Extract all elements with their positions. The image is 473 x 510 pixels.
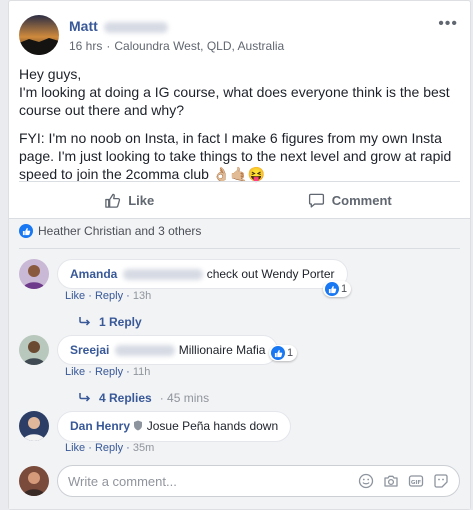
view-replies[interactable]: 1 Reply [79, 315, 142, 329]
comment-like-link[interactable]: Like [65, 290, 85, 302]
post-meta: 16 hrs · Caloundra West, QLD, Australia [69, 39, 284, 53]
reactions-divider [19, 248, 460, 249]
comment-text: check out Wendy Porter [206, 267, 335, 281]
view-replies[interactable]: 4 Replies · 45 mins [79, 391, 209, 405]
replies-time: · 45 mins [159, 391, 210, 405]
redacted-surname [115, 345, 176, 357]
commenter-name[interactable]: Dan Henry [70, 419, 130, 433]
current-user-avatar[interactable] [19, 466, 49, 496]
commenter-avatar[interactable] [19, 411, 49, 441]
commenter-name[interactable]: Sreejai [70, 343, 109, 357]
comment-reaction-count[interactable]: 1 [323, 281, 352, 297]
gif-icon[interactable]: GIF [408, 473, 424, 489]
comment-text: Millionaire Mafia [178, 343, 266, 357]
post-header: Matt 16 hrs · Caloundra West, QLD, Austr… [19, 15, 460, 55]
comment-dan-henry: Dan Henry Josue Peña hands down Like · R… [19, 411, 460, 457]
sticker-icon[interactable] [433, 473, 449, 489]
comment-actions: Like · Reply · 35m [65, 442, 155, 454]
comment-like-link[interactable]: Like [65, 366, 85, 378]
comment-input-placeholder: Write a comment... [68, 473, 177, 489]
comment-composer: Write a comment... GIF [19, 465, 460, 497]
post-paragraph-2: FYI: I'm no noob on Insta, in fact I mak… [19, 130, 452, 182]
comment-reaction-count[interactable]: 1 [269, 345, 298, 361]
comment-bubble: Amanda check out Wendy Porter [57, 259, 348, 289]
author-first-name[interactable]: Matt [69, 18, 98, 34]
post-paragraph-1: Hey guys, I'm looking at doing a IG cour… [19, 66, 450, 118]
ellipsis-icon[interactable]: ••• [438, 15, 458, 33]
comment-actions: Like · Reply · 13h [65, 290, 152, 302]
emoji-icon[interactable] [358, 473, 374, 489]
camera-icon[interactable] [383, 473, 399, 489]
like-button[interactable]: Like [19, 182, 240, 218]
comment-text: Josue Peña hands down [146, 419, 279, 433]
comment-amanda: Amanda check out Wendy Porter 1 Like · R… [19, 259, 460, 329]
comment-time[interactable]: 35m [133, 442, 154, 454]
comment-reply-link[interactable]: Reply [95, 366, 123, 378]
reply-arrow-icon [79, 391, 91, 405]
post-location[interactable]: Caloundra West, QLD, Australia [114, 39, 284, 53]
separator-dot: · [106, 39, 111, 53]
thumbs-up-icon [105, 193, 121, 208]
comment-time[interactable]: 11h [133, 366, 151, 378]
comment-sreejai: Sreejai Millionaire Mafia 1 Like · Reply… [19, 335, 460, 405]
author-avatar[interactable] [19, 15, 59, 55]
latest-reply-time: 45 mins [167, 391, 210, 405]
comment-reply-link[interactable]: Reply [95, 290, 123, 302]
commenter-avatar[interactable] [19, 259, 49, 289]
comment-input[interactable]: Write a comment... GIF [57, 465, 460, 497]
post-card: Matt 16 hrs · Caloundra West, QLD, Austr… [8, 0, 471, 510]
replies-count: 1 Reply [99, 315, 142, 329]
comment-time[interactable]: 13h [133, 290, 151, 302]
reaction-count-text: 1 [287, 347, 294, 359]
like-reaction-icon [271, 346, 285, 360]
comment-button[interactable]: Comment [240, 182, 461, 218]
redacted-surname [103, 21, 168, 33]
comment-bubble: Dan Henry Josue Peña hands down [57, 411, 292, 442]
like-reaction-icon [325, 282, 339, 296]
post-time[interactable]: 16 hrs [69, 39, 102, 53]
post-body: Hey guys, I'm looking at doing a IG cour… [19, 65, 459, 193]
reaction-summary[interactable]: Heather Christian and 3 others [19, 224, 201, 238]
author-name[interactable]: Matt [69, 18, 168, 34]
comment-reply-link[interactable]: Reply [95, 442, 123, 454]
reaction-count-text: 1 [341, 283, 348, 295]
reaction-summary-text: Heather Christian and 3 others [38, 224, 202, 238]
comment-like-link[interactable]: Like [65, 442, 85, 454]
comment-label: Comment [331, 192, 392, 208]
commenter-avatar[interactable] [19, 335, 49, 365]
like-label: Like [128, 192, 155, 208]
comment-actions: Like · Reply · 11h [65, 366, 151, 378]
replies-count: 4 Replies [99, 391, 152, 405]
svg-text:GIF: GIF [411, 480, 422, 486]
reply-arrow-icon [79, 315, 91, 329]
commenter-name[interactable]: Amanda [70, 267, 117, 281]
comment-bubble-icon [308, 193, 324, 208]
comment-bubble: Sreejai Millionaire Mafia [57, 335, 279, 365]
post-actions: Like Comment [19, 181, 460, 218]
like-reaction-icon [19, 224, 33, 238]
shield-icon [133, 420, 143, 434]
composer-icons: GIF [358, 473, 449, 489]
redacted-surname [123, 269, 204, 281]
